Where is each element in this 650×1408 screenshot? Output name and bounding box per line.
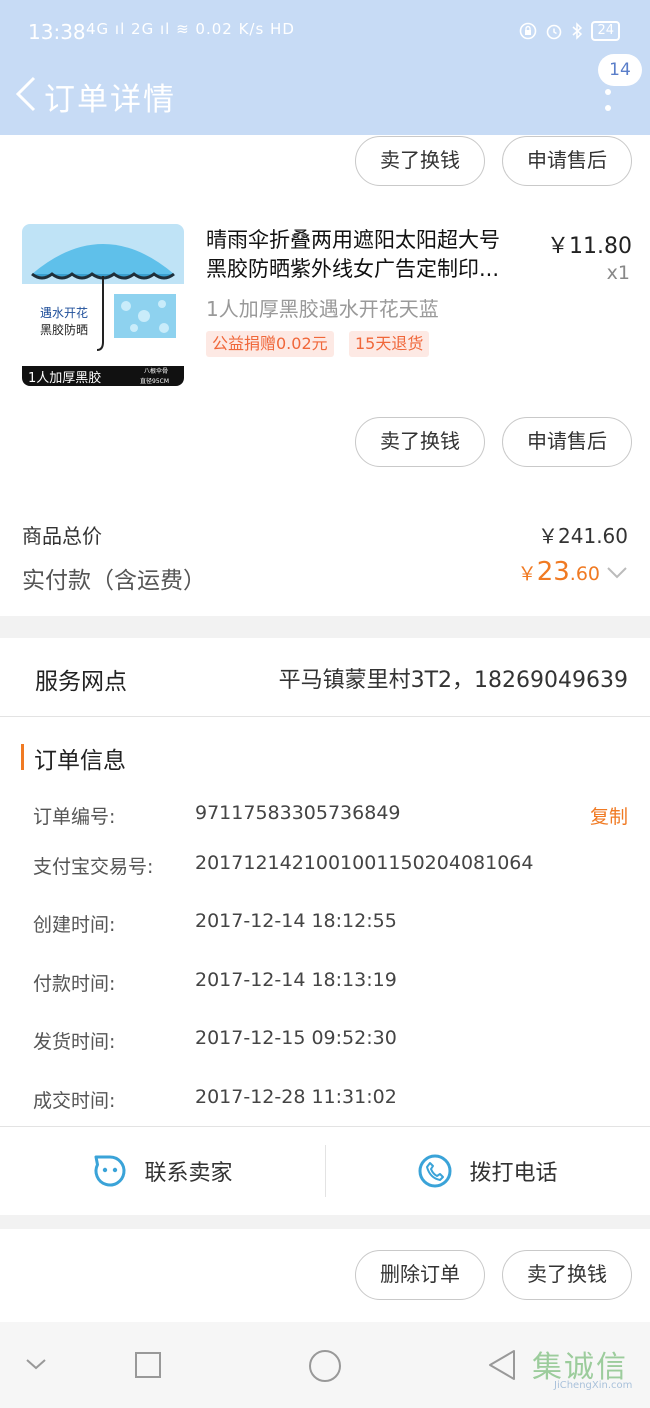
app-header: 13:38 4G ıl 2G ıl ≋ 0.02 K/s HD 24 订单详情 …: [0, 0, 650, 135]
alipay-trade-value: 2017121421001001150204081064: [195, 852, 534, 874]
created-time-value: 2017-12-14 18:12:55: [195, 910, 397, 932]
battery-indicator: 24: [591, 21, 620, 41]
status-bar: 13:38 4G ıl 2G ıl ≋ 0.02 K/s HD 24: [0, 0, 650, 66]
order-info-title: 订单信息: [34, 748, 126, 774]
copy-button[interactable]: 复制: [590, 802, 628, 829]
lock-icon: [520, 22, 537, 40]
paid-time-label: 付款时间:: [33, 973, 116, 995]
divider: [0, 716, 650, 717]
network-indicators: 4G ıl 2G ıl ≋ 0.02 K/s HD: [86, 20, 295, 38]
sell-button[interactable]: 卖了换钱: [355, 417, 485, 467]
shipped-time-label: 发货时间:: [33, 1031, 116, 1053]
aftersale-button[interactable]: 申请售后: [502, 417, 632, 467]
product-title-line2: 黑胶防晒紫外线女广告定制印...: [206, 257, 500, 281]
service-point-label: 服务网点: [35, 669, 127, 695]
paid-integer: 23: [536, 557, 570, 587]
back-arrow-icon[interactable]: [12, 74, 42, 114]
image-small-text-1: 八根伞骨: [144, 368, 169, 375]
image-band-text: 1人加厚黑胶: [28, 371, 102, 386]
watermark: 集诚信 JiChengXin.com: [532, 1342, 642, 1398]
image-text-2: 黑胶防晒: [40, 323, 89, 337]
section-divider: [0, 1215, 650, 1229]
status-right: 24: [519, 21, 620, 41]
watermark-en: JiChengXin.com: [554, 1380, 633, 1391]
nav-bar: 订单详情 14: [0, 54, 650, 135]
sell-button-bottom[interactable]: 卖了换钱: [502, 1250, 632, 1300]
paid-amount-label: 实付款（含运费）: [22, 568, 206, 594]
return-policy-tag: 15天退货: [349, 331, 430, 357]
call-phone-label: 拨打电话: [469, 1161, 558, 1186]
image-text-1: 遇水开花: [40, 306, 89, 320]
delete-order-button[interactable]: 删除订单: [355, 1250, 485, 1300]
goods-total-value: ￥241.60: [538, 524, 628, 548]
created-time-label: 创建时间:: [33, 914, 116, 936]
contact-seller-button[interactable]: 联系卖家: [0, 1127, 325, 1215]
aftersale-button-top[interactable]: 申请售后: [502, 136, 632, 186]
shipped-time-value: 2017-12-15 09:52:30: [195, 1027, 397, 1049]
charity-tag: 公益捐赠0.02元: [206, 331, 334, 357]
paid-decimal: .60: [569, 563, 600, 585]
product-price: ￥11.80: [547, 234, 632, 259]
call-phone-button[interactable]: 拨打电话: [325, 1127, 650, 1215]
completed-time-label: 成交时间:: [33, 1090, 116, 1112]
phone-icon: [418, 1154, 452, 1188]
sell-button-top[interactable]: 卖了换钱: [355, 136, 485, 186]
section-divider: [0, 616, 650, 638]
product-sku: 1人加厚黑胶遇水开花天蓝: [206, 297, 439, 321]
product-quantity: x1: [606, 262, 630, 284]
alarm-icon: [547, 24, 562, 40]
product-title[interactable]: 晴雨伞折叠两用遮阳太阳超大号 黑胶防晒紫外线女广告定制印...: [206, 226, 532, 284]
paid-currency: ￥: [517, 563, 537, 585]
home-icon[interactable]: [307, 1348, 343, 1384]
more-menu-icon[interactable]: [604, 88, 612, 112]
paid-amount-value: ￥23.60: [518, 557, 600, 587]
order-number-label: 订单编号:: [33, 806, 116, 828]
paid-time-value: 2017-12-14 18:13:19: [195, 969, 397, 991]
back-triangle-icon[interactable]: [486, 1348, 518, 1382]
product-title-line1: 晴雨伞折叠两用遮阳太阳超大号: [206, 228, 500, 252]
order-number-value: 97117583305736849: [195, 802, 401, 824]
recent-apps-icon[interactable]: [134, 1351, 162, 1379]
status-time: 13:38: [28, 20, 86, 44]
chevron-down-icon[interactable]: [606, 565, 628, 581]
bluetooth-icon: [572, 22, 583, 40]
page-title: 订单详情: [44, 82, 176, 118]
section-accent-bar: [21, 744, 24, 770]
service-point-value: 平马镇蒙里村3T2，18269049639: [278, 668, 628, 693]
completed-time-value: 2017-12-28 11:31:02: [195, 1086, 397, 1108]
image-small-text-2: 直径95CM: [140, 378, 170, 385]
goods-total-label: 商品总价: [22, 524, 102, 548]
message-count-badge[interactable]: 14: [598, 54, 642, 86]
alipay-trade-label: 支付宝交易号:: [33, 856, 154, 878]
chat-face-icon: [94, 1155, 126, 1187]
contact-seller-label: 联系卖家: [144, 1161, 233, 1186]
nav-down-icon[interactable]: [24, 1356, 48, 1372]
product-thumbnail[interactable]: 遇水开花 黑胶防晒 1人加厚黑胶 八根伞骨 直径95CM: [22, 224, 184, 386]
